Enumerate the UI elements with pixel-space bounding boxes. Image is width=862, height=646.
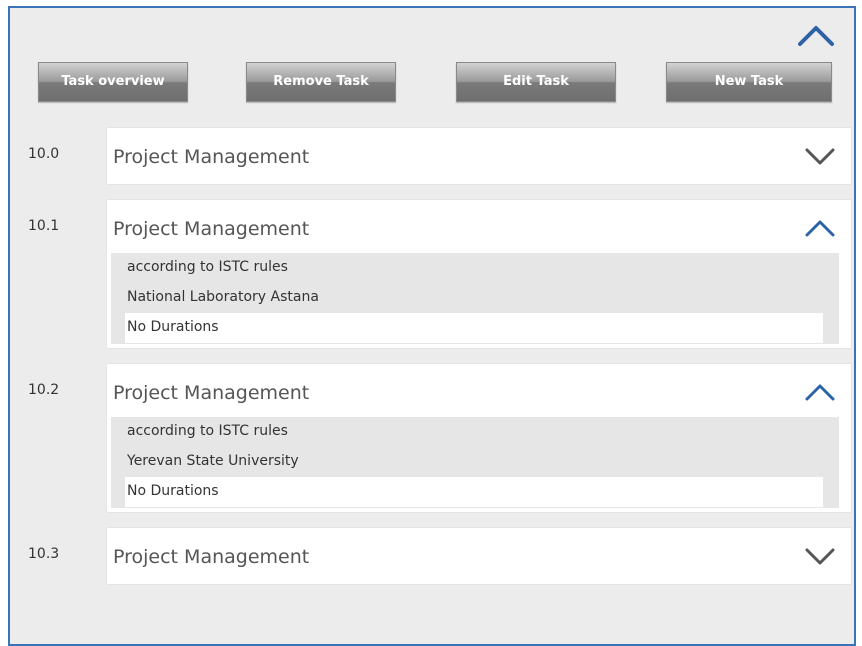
chevron-down-icon[interactable] (803, 542, 837, 568)
task-header[interactable]: Project Management (107, 128, 851, 184)
task-number: 10.1 (28, 218, 60, 234)
task-header[interactable]: Project Management (107, 528, 851, 584)
task-number: 10.2 (28, 382, 60, 398)
task-title: Project Management (113, 382, 310, 404)
task-durations-text: No Durations (127, 319, 219, 335)
chevron-up-icon[interactable] (803, 378, 837, 404)
task-number: 10.3 (28, 546, 60, 562)
task-panel: Task overview Remove Task Edit Task New … (8, 6, 856, 646)
task-rules-text: according to ISTC rules (127, 259, 288, 275)
task-details: according to ISTC rules National Laborat… (111, 253, 839, 344)
task-organization-text: Yerevan State University (127, 453, 299, 469)
new-task-button[interactable]: New Task (666, 62, 832, 102)
task-title: Project Management (113, 146, 310, 168)
chevron-up-icon[interactable] (803, 214, 837, 240)
task-durations-text: No Durations (127, 483, 219, 499)
task-number: 10.0 (28, 146, 60, 162)
task-overview-button[interactable]: Task overview (38, 62, 188, 102)
task-durations-row: No Durations (125, 477, 823, 507)
task-title: Project Management (113, 546, 310, 568)
task-card[interactable]: Project Management according to ISTC rul… (106, 363, 852, 513)
collapse-all-chevron-up-icon[interactable] (796, 22, 836, 48)
task-card[interactable]: Project Management (106, 127, 852, 185)
task-rules-text: according to ISTC rules (127, 423, 288, 439)
chevron-down-icon[interactable] (803, 142, 837, 168)
task-card[interactable]: Project Management according to ISTC rul… (106, 199, 852, 349)
task-card[interactable]: Project Management (106, 527, 852, 585)
edit-task-button[interactable]: Edit Task (456, 62, 616, 102)
task-header[interactable]: Project Management (107, 364, 851, 420)
task-header[interactable]: Project Management (107, 200, 851, 256)
task-details: according to ISTC rules Yerevan State Un… (111, 417, 839, 508)
task-title: Project Management (113, 218, 310, 240)
task-organization-text: National Laboratory Astana (127, 289, 319, 305)
toolbar: Task overview Remove Task Edit Task New … (38, 62, 832, 102)
remove-task-button[interactable]: Remove Task (246, 62, 396, 102)
task-durations-row: No Durations (125, 313, 823, 343)
